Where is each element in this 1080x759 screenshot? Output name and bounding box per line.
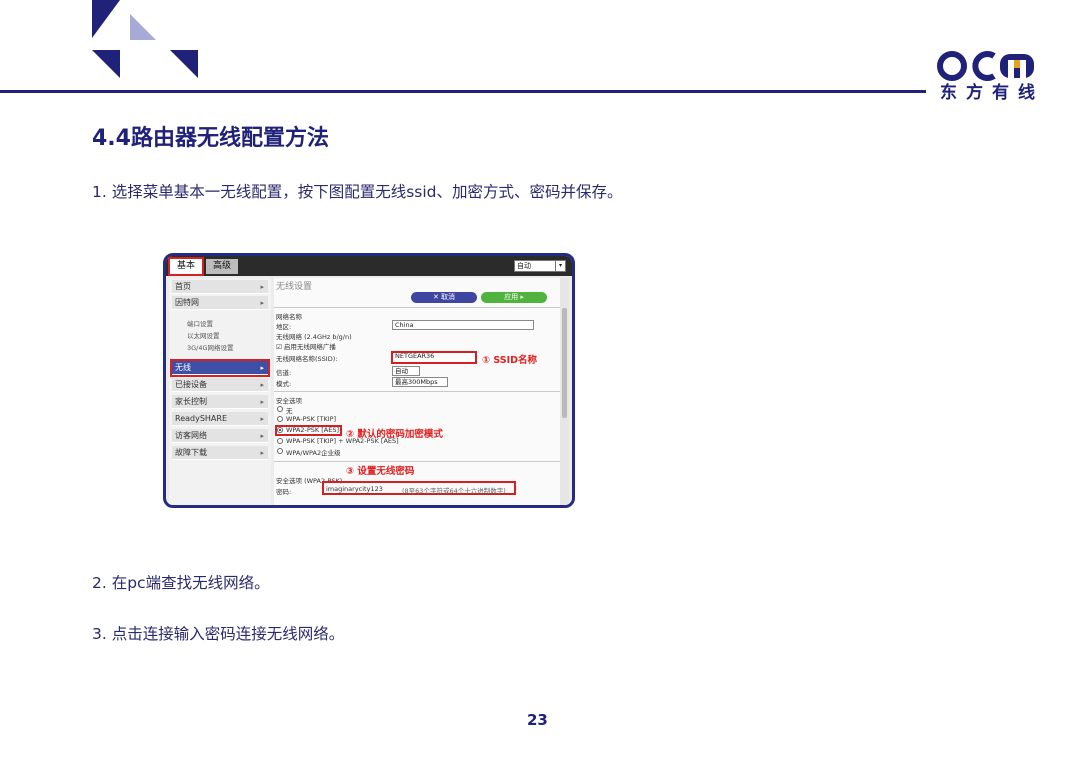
chevron-right-icon: ▸: [260, 283, 264, 291]
mode-select[interactable]: 最高300Mbps: [392, 377, 448, 387]
sidebar-item-internet[interactable]: 因特网 ▸: [172, 296, 268, 310]
mode-value: 最高300Mbps: [395, 378, 438, 386]
channel-value: 自动: [395, 367, 408, 375]
sidebar-sub-mobile[interactable]: 3G/4G网络设置: [187, 342, 234, 352]
radio-wpa2-psk[interactable]: [277, 427, 283, 433]
chevron-right-icon: ▸: [260, 449, 264, 457]
logo-chinese-text: 东方有线: [940, 83, 1044, 103]
radio-wpa-mixed[interactable]: [277, 438, 283, 444]
ssid-label: 无线网络名称(SSID):: [276, 355, 338, 363]
sidebar-item-parental[interactable]: 家长控制 ▸: [172, 395, 268, 409]
step-3: 3. 点击连接输入密码连接无线网络。: [92, 625, 345, 643]
option-enterprise: WPA/WPA2企业级: [286, 449, 341, 457]
sidebar-item-devices[interactable]: 已接设备 ▸: [172, 378, 268, 392]
chevron-right-icon: ▸: [260, 364, 264, 372]
language-select-value: 自动: [517, 262, 531, 270]
header-rule: [0, 90, 926, 93]
divider: [274, 391, 560, 392]
region-select[interactable]: China: [392, 320, 534, 330]
password-annotation: ③ 设置无线密码: [346, 466, 415, 477]
option-none: 无: [286, 407, 293, 415]
scrollbar-thumb[interactable]: [562, 308, 567, 418]
sidebar-item-label: 无线: [175, 363, 191, 372]
mode-label: 模式:: [276, 380, 292, 388]
sidebar-item-guest[interactable]: 访客网络 ▸: [172, 429, 268, 443]
sidebar-item-label: 访客网络: [175, 431, 207, 440]
chevron-down-icon: ▾: [555, 261, 565, 271]
channel-select[interactable]: 自动: [392, 366, 420, 376]
channel-label: 信道:: [276, 369, 292, 377]
chevron-right-icon: ▸: [260, 299, 264, 307]
router-main-panel: 无线设置 ✕ 取消 应用 ▸ 网络名称 地区: China 无线网络 (2.4G…: [274, 278, 564, 505]
password-label: 密码:: [276, 488, 292, 496]
scrollbar[interactable]: [560, 278, 569, 505]
region-value: China: [395, 321, 414, 329]
sidebar-item-wireless[interactable]: 无线 ▸: [170, 359, 270, 377]
ssid-value: NETGEAR36: [395, 352, 435, 360]
divider: [274, 307, 560, 308]
tab-advanced[interactable]: 高级: [206, 259, 238, 274]
sidebar-sub-ethernet[interactable]: 以太网设置: [187, 330, 220, 340]
band-label: 无线网络 (2.4GHz b/g/n): [276, 333, 352, 341]
region-label: 地区:: [276, 323, 292, 331]
router-topbar: 基本 高级 自动 ▾: [166, 256, 572, 276]
main-title: 无线设置: [276, 282, 313, 292]
page-title: 4.4路由器无线配置方法: [92, 126, 329, 151]
tab-basic[interactable]: 基本: [168, 257, 204, 276]
option-wpa-psk: WPA-PSK [TKIP]: [286, 415, 337, 423]
sidebar-item-label: 已接设备: [175, 380, 207, 389]
security-section-label: 安全选项: [276, 397, 302, 405]
sidebar-item-label: 故障下载: [175, 448, 207, 457]
sidebar-item-label: 首页: [175, 282, 191, 291]
router-sidebar: 首页 ▸ 因特网 ▸ 端口设置 以太网设置 3G/4G网络设置 无线 ▸ 已接设备 ▸ …: [169, 278, 271, 505]
radio-enterprise[interactable]: [277, 448, 283, 454]
option-wpa-mixed: WPA-PSK [TKIP] + WPA2-PSK [AES]: [286, 437, 399, 445]
sidebar-item-readyshare[interactable]: ReadySHARE ▸: [172, 412, 268, 426]
sidebar-item-home[interactable]: 首页 ▸: [172, 280, 268, 294]
radio-none[interactable]: [277, 406, 283, 412]
broadcast-label: 启用无线网络广播: [283, 343, 336, 351]
ssid-input[interactable]: NETGEAR36: [391, 351, 477, 364]
sidebar-item-label: 因特网: [175, 298, 199, 307]
step-1: 1. 选择菜单基本一无线配置，按下图配置无线ssid、加密方式、密码并保存。: [92, 183, 623, 201]
sidebar-item-label: 家长控制: [175, 397, 207, 406]
divider: [274, 461, 560, 462]
sidebar-item-label: ReadySHARE: [175, 414, 228, 423]
broadcast-checkbox[interactable]: ☑ 启用无线网络广播: [276, 341, 336, 351]
password-hint: (8至63个字符或64个十六进制数字): [402, 487, 506, 495]
sidebar-sub-port[interactable]: 端口设置: [187, 318, 213, 328]
radio-wpa-psk[interactable]: [277, 416, 283, 422]
page-number: 23: [527, 711, 548, 729]
option-wpa2-psk: WPA2-PSK [AES]: [286, 426, 339, 434]
corner-decoration: [92, 0, 198, 78]
cancel-button[interactable]: ✕ 取消: [411, 292, 477, 303]
router-screenshot: 基本 高级 自动 ▾ 首页 ▸ 因特网 ▸ 端口设置 以太网设置 3G/4G网络设置…: [163, 253, 575, 508]
ssid-annotation: ① SSID名称: [482, 355, 538, 366]
step-2: 2. 在pc端查找无线网络。: [92, 574, 270, 592]
network-section-label: 网络名称: [276, 313, 302, 321]
chevron-right-icon: ▸: [260, 398, 264, 406]
password-input[interactable]: imaginarycity123: [326, 485, 383, 493]
apply-button[interactable]: 应用 ▸: [481, 292, 547, 303]
language-select[interactable]: 自动 ▾: [514, 260, 566, 272]
chevron-right-icon: ▸: [260, 381, 264, 389]
chevron-right-icon: ▸: [260, 432, 264, 440]
chevron-right-icon: ▸: [260, 415, 264, 423]
sidebar-item-download[interactable]: 故障下载 ▸: [172, 446, 268, 460]
